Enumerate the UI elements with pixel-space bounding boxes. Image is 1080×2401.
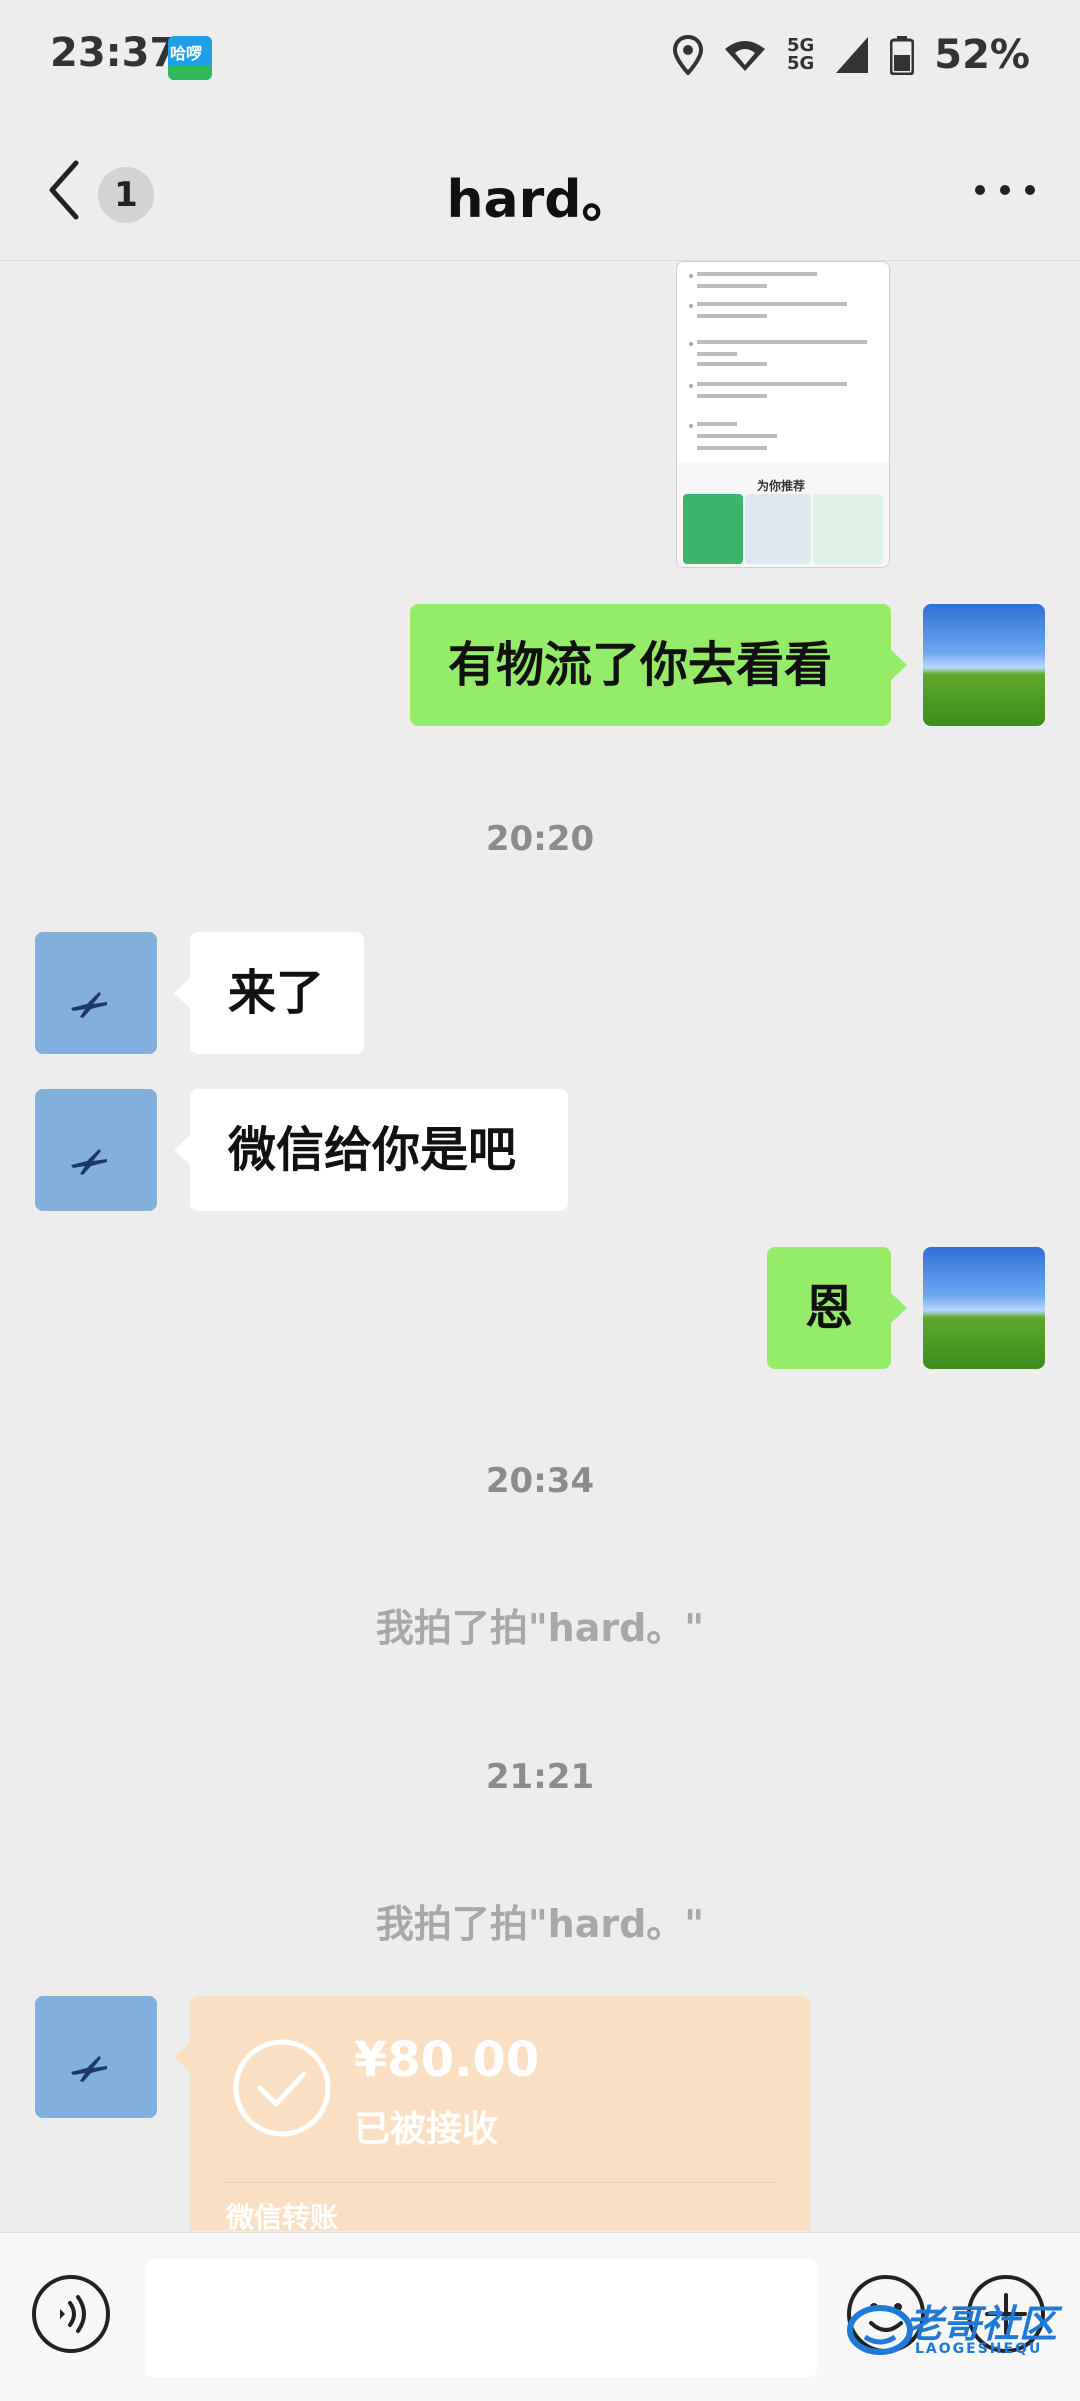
- recommendation-title: 为你推荐: [757, 479, 806, 493]
- product-card: [683, 494, 743, 564]
- divider: [224, 2182, 776, 2183]
- transfer-status: 已被接收: [354, 2109, 499, 2150]
- transfer-card[interactable]: ¥80.00 已被接收 微信转账: [174, 1996, 810, 2231]
- chat-header: 1 hard。: [0, 115, 1080, 261]
- airplane-icon: [71, 992, 107, 1018]
- location-icon: [672, 35, 703, 75]
- contact-avatar[interactable]: [35, 1089, 157, 1211]
- status-bar: 23:37 哈啰 5G 5G 52%: [0, 0, 1080, 115]
- transfer-amount: ¥80.00: [354, 2032, 540, 2088]
- timestamp: 21:21: [485, 1757, 595, 1797]
- received-message[interactable]: 来了: [174, 932, 364, 1054]
- transfer-label: 微信转账: [226, 2201, 339, 2231]
- contact-avatar[interactable]: [35, 932, 157, 1054]
- contact-avatar[interactable]: [35, 1996, 157, 2118]
- wifi-icon: [724, 41, 765, 71]
- my-avatar[interactable]: [923, 604, 1045, 726]
- checkmark-circle-icon: [233, 2039, 331, 2137]
- signal-icon: [836, 37, 869, 73]
- airplane-icon: [71, 1149, 107, 1175]
- app-badge-label: 哈啰: [170, 44, 203, 63]
- watermark-subtitle: LAOGESHEQU: [915, 2341, 1043, 2357]
- airplane-icon: [71, 2056, 107, 2082]
- shared-image-message[interactable]: 为你推荐: [676, 261, 890, 568]
- sent-message[interactable]: 有物流了你去看看: [410, 604, 907, 726]
- battery-percent: 52%: [934, 32, 1030, 78]
- clock: 23:37: [50, 30, 178, 76]
- message-input[interactable]: [145, 2259, 817, 2377]
- timestamp: 20:34: [485, 1461, 595, 1501]
- pat-notification: 我拍了拍"hard。": [375, 1902, 705, 1946]
- battery-icon: [890, 36, 915, 75]
- watermark-logo: 老哥社区 LAOGESHEQU: [845, 2285, 1065, 2375]
- pat-notification: 我拍了拍"hard。": [375, 1606, 705, 1650]
- more-options-icon[interactable]: [970, 175, 1040, 205]
- message-list[interactable]: 为你推荐 有物流了你去看看 20:20 来了 微信给你是吧 恩 20:34 我拍…: [0, 261, 1080, 2231]
- status-indicators: 5G 5G 52%: [672, 30, 1030, 80]
- received-message[interactable]: 微信给你是吧: [174, 1089, 568, 1211]
- hello-app-icon: 哈啰: [168, 36, 212, 80]
- product-card: [813, 494, 883, 564]
- chat-title: hard。: [446, 170, 634, 230]
- my-avatar[interactable]: [923, 1247, 1045, 1369]
- product-card: [745, 494, 811, 564]
- sent-message[interactable]: 恩: [767, 1247, 907, 1369]
- timestamp: 20:20: [485, 819, 595, 859]
- network-labels: 5G 5G: [786, 35, 815, 74]
- voice-input-icon[interactable]: [30, 2273, 112, 2355]
- watermark-title: 老哥社区: [905, 2302, 1058, 2346]
